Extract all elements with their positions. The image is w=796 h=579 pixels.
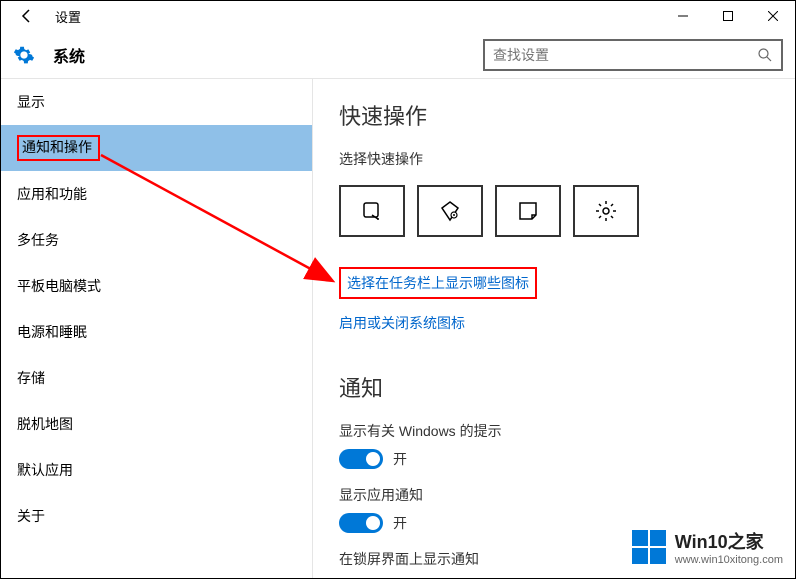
qa-note[interactable] — [417, 185, 483, 237]
toggle-windows-tips[interactable] — [339, 449, 383, 469]
sidebar-item-about[interactable]: 关于 — [1, 493, 312, 539]
minimize-button[interactable] — [660, 1, 705, 31]
sidebar-item-apps[interactable]: 应用和功能 — [1, 171, 312, 217]
sidebar-item-tablet[interactable]: 平板电脑模式 — [1, 263, 312, 309]
sidebar-item-default-apps[interactable]: 默认应用 — [1, 447, 312, 493]
qa-sticky[interactable] — [495, 185, 561, 237]
page-title: 系统 — [53, 43, 85, 67]
qa-tablet[interactable] — [339, 185, 405, 237]
windows-logo-icon — [631, 529, 667, 565]
toggle-label-app-notifications: 显示应用通知 — [339, 485, 769, 505]
close-button[interactable] — [750, 1, 795, 31]
watermark-main: Win10之家 — [675, 528, 783, 554]
back-button[interactable] — [13, 2, 41, 30]
sidebar-item-maps[interactable]: 脱机地图 — [1, 401, 312, 447]
sidebar-item-storage[interactable]: 存储 — [1, 355, 312, 401]
toggle-state-windows-tips: 开 — [393, 449, 407, 469]
watermark: Win10之家 www.win10xitong.com — [631, 528, 783, 566]
window-title: 设置 — [55, 7, 81, 26]
search-box[interactable] — [483, 39, 783, 71]
settings-gear-icon — [13, 44, 35, 66]
main-content: 快速操作 选择快速操作 选择在任务栏上显示哪些图标 启用或关闭系统图标 通知 显… — [313, 79, 795, 578]
sidebar-item-multitask[interactable]: 多任务 — [1, 217, 312, 263]
sidebar-item-display[interactable]: 显示 — [1, 79, 312, 125]
sidebar-item-power[interactable]: 电源和睡眠 — [1, 309, 312, 355]
link-taskbar-icons[interactable]: 选择在任务栏上显示哪些图标 — [339, 267, 537, 299]
quick-actions-subtitle: 选择快速操作 — [339, 149, 769, 169]
search-icon — [757, 47, 773, 63]
watermark-sub: www.win10xitong.com — [675, 554, 783, 566]
sidebar: 显示 通知和操作 应用和功能 多任务 平板电脑模式 电源和睡眠 存储 脱机地图 … — [1, 79, 313, 578]
notifications-title: 通知 — [339, 371, 769, 403]
quick-actions-title: 快速操作 — [339, 99, 769, 131]
toggle-app-notifications[interactable] — [339, 513, 383, 533]
search-input[interactable] — [493, 47, 757, 63]
qa-settings[interactable] — [573, 185, 639, 237]
toggle-state-app-notifications: 开 — [393, 513, 407, 533]
maximize-button[interactable] — [705, 1, 750, 31]
link-system-icons[interactable]: 启用或关闭系统图标 — [339, 313, 465, 333]
sidebar-item-notifications[interactable]: 通知和操作 — [1, 125, 312, 171]
toggle-label-windows-tips: 显示有关 Windows 的提示 — [339, 421, 769, 441]
